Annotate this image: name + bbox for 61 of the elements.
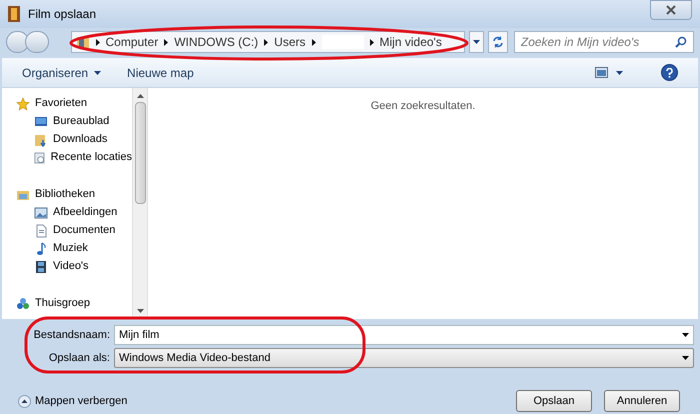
scroll-thumb[interactable] (134, 102, 146, 204)
save-button[interactable]: Opslaan (516, 390, 592, 412)
refresh-button[interactable] (488, 31, 508, 53)
monitor-icon (34, 114, 48, 128)
caret-icon (473, 40, 480, 44)
close-icon (666, 5, 676, 15)
view-icon (595, 67, 608, 78)
hide-folders-toggle[interactable]: Mappen verbergen (18, 392, 128, 410)
dropdown-button[interactable] (468, 31, 484, 53)
address-bar[interactable]: Computer WINDOWS (C:) Users Mijn video's (70, 31, 465, 53)
window-title: Film opslaan (28, 6, 96, 23)
view-button[interactable] (595, 67, 623, 78)
help-icon (666, 68, 673, 78)
help-button[interactable] (661, 64, 678, 81)
people-icon (16, 296, 30, 310)
search-field[interactable]: Zoeken in Mijn video's (514, 31, 694, 53)
sidebar-item[interactable]: Downloads (53, 131, 108, 148)
new-folder-button[interactable]: Nieuwe map (127, 64, 194, 82)
search-icon (675, 36, 687, 48)
document-icon (34, 224, 48, 238)
breadcrumb-item[interactable]: Computer (106, 33, 158, 51)
collapse-icon (18, 394, 31, 408)
type-label: Opslaan als: (48, 350, 110, 366)
music-note-icon (34, 242, 48, 256)
film-icon (34, 260, 48, 274)
sidebar-group[interactable]: Favorieten (35, 95, 87, 112)
caret-icon (682, 356, 689, 360)
star-icon (16, 96, 30, 110)
empty-message: Geen zoekresultaten. (370, 99, 476, 112)
breadcrumb-item[interactable]: WINDOWS (C:) (174, 33, 258, 51)
sidebar-item[interactable]: Video's (53, 258, 89, 275)
caret-icon (94, 70, 102, 74)
breadcrumb-item[interactable]: Mijn video's (380, 33, 442, 51)
sidebar-item[interactable]: Recente locaties (50, 149, 132, 166)
scroll-down-icon (136, 309, 144, 313)
chevron-icon (164, 38, 168, 46)
filename-label: Bestandsnaam: (32, 328, 110, 343)
caret-icon (682, 333, 689, 337)
breadcrumb-item[interactable]: Users (274, 33, 306, 51)
caret-icon (616, 70, 623, 74)
scroll-up-icon (136, 94, 144, 98)
film-icon (8, 6, 20, 22)
sidebar-item[interactable]: Bureaublad (53, 113, 110, 130)
chevron-icon (264, 38, 268, 46)
chevron-icon (370, 38, 374, 46)
sidebar-item[interactable]: Afbeeldingen (53, 204, 118, 221)
sidebar-item[interactable]: Muziek (53, 240, 88, 257)
folder-icon (34, 132, 48, 146)
refresh-icon (492, 36, 504, 48)
organize-menu[interactable]: Organiseren (22, 64, 102, 82)
cancel-button[interactable]: Annuleren (604, 390, 680, 412)
chevron-icon (312, 38, 316, 46)
filename-field[interactable]: Mijn film (114, 325, 694, 345)
sidebar-item[interactable]: Documenten (53, 222, 116, 239)
chevron-icon (96, 38, 100, 46)
type-dropdown[interactable]: Windows Media Video-bestand (114, 348, 694, 368)
scrollbar[interactable] (132, 88, 147, 319)
sidebar-group[interactable]: Thuisgroep (35, 295, 90, 312)
close-button[interactable] (650, 0, 692, 20)
picture-icon (34, 206, 48, 220)
sidebar-group[interactable]: Bibliotheken (35, 186, 95, 203)
